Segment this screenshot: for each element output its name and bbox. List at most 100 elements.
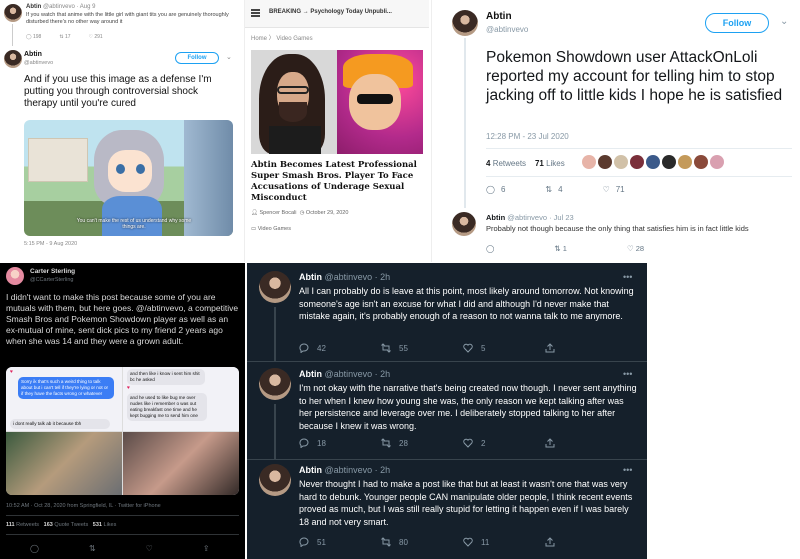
author-name[interactable]: Abtin @abtinvevo · 2h — [299, 369, 390, 379]
reply-author[interactable]: Abtin @abtinvevo · Jul 23 — [486, 213, 574, 222]
like-button[interactable]: ♡ 28 — [627, 244, 644, 253]
reply-button[interactable]: ◯ — [486, 244, 494, 253]
like-button[interactable]: 11 — [463, 537, 545, 547]
liker-avatar[interactable] — [646, 155, 660, 169]
chat-bubble: and then like i know i sent him shit bc … — [127, 369, 205, 385]
author-name[interactable]: Abtin — [24, 51, 42, 58]
reply-icon — [299, 343, 309, 353]
liker-avatar[interactable] — [630, 155, 644, 169]
author-name[interactable]: Carter Sterling — [30, 268, 75, 275]
divider — [486, 176, 792, 177]
reply-button[interactable]: 18 — [299, 438, 381, 448]
more-icon[interactable]: ••• — [623, 465, 632, 475]
menu-icon[interactable] — [251, 9, 260, 17]
reply-button[interactable]: ◯ 6 — [486, 185, 505, 194]
tweet-timestamp[interactable]: 5:15 PM - 9 Aug 2020 — [24, 241, 77, 247]
retweet-button[interactable]: 28 — [381, 438, 463, 448]
share-icon[interactable]: ⇪ — [203, 544, 210, 553]
reply-button[interactable]: ◯ 198 — [26, 34, 41, 40]
share-button[interactable] — [545, 343, 627, 353]
author-handle[interactable]: @abtinvevo — [24, 60, 53, 66]
author-avatar[interactable] — [259, 464, 291, 496]
retweet-button[interactable]: 80 — [381, 537, 463, 547]
user-icon: 👤︎ — [251, 210, 258, 216]
quoted-author[interactable]: Abtin @abtinvevo · Aug 9 — [26, 4, 95, 10]
tweet-stats: 4 Retweets 71 Likes — [486, 159, 565, 168]
liker-avatar[interactable] — [598, 155, 612, 169]
quoted-avatar[interactable] — [4, 4, 22, 22]
author-handle[interactable]: @CCarterSterling — [30, 277, 73, 283]
reply-icon — [299, 438, 309, 448]
like-count[interactable]: 531 Likes — [93, 522, 117, 528]
article-category[interactable]: ▭ Video Games — [251, 226, 291, 232]
liker-avatar[interactable] — [694, 155, 708, 169]
thread-line — [464, 38, 466, 208]
like-button[interactable]: ♡ 291 — [89, 34, 103, 40]
article-title[interactable]: Abtin Becomes Latest Professional Super … — [251, 160, 423, 204]
tweet-image[interactable]: You can't make the rest of us understand… — [24, 120, 233, 236]
author-avatar[interactable] — [6, 267, 24, 285]
like-button[interactable]: 5 — [463, 343, 545, 353]
retweet-count[interactable]: 4 Retweets — [486, 159, 526, 168]
share-icon — [545, 343, 555, 353]
like-button[interactable]: ♡ 71 — [603, 185, 625, 194]
blurred-photo — [123, 432, 239, 495]
reply-button[interactable]: 51 — [299, 537, 381, 547]
author-handle[interactable]: @abtinvevo — [486, 25, 528, 34]
retweet-icon[interactable]: ⇅ — [89, 544, 96, 553]
thread-line — [274, 307, 276, 362]
follow-button[interactable]: Follow — [175, 52, 219, 64]
author-avatar[interactable] — [259, 368, 291, 400]
reply-icon[interactable]: ◯ — [30, 544, 39, 553]
retweet-button[interactable]: 55 — [381, 343, 463, 353]
tweet-image-grid[interactable]: ♥ Sorry ik that's such a weird thing to … — [6, 367, 239, 495]
share-button[interactable] — [545, 537, 627, 547]
blurred-photo — [6, 432, 122, 495]
like-icon — [463, 343, 473, 353]
liker-avatar[interactable] — [678, 155, 692, 169]
like-icon[interactable]: ♡ — [146, 544, 153, 553]
share-button[interactable] — [545, 438, 627, 448]
author-name[interactable]: Abtin — [486, 11, 512, 22]
tweet-text: I didn't want to make this post because … — [6, 292, 239, 346]
follow-button[interactable]: Follow — [705, 13, 769, 33]
photo-person — [251, 50, 337, 154]
retweet-button[interactable]: ⇅ 4 — [545, 185, 562, 194]
breaking-ticker[interactable]: BREAKING → Psychology Today Unpubli... — [269, 9, 392, 15]
author-avatar[interactable] — [4, 50, 22, 68]
tweet-timestamp[interactable]: 12:28 PM - 23 Jul 2020 — [486, 132, 569, 141]
character-mask — [357, 94, 393, 104]
thread-tweet[interactable]: Abtin @abtinvevo · 2h ••• I'm not okay w… — [247, 362, 647, 460]
liker-avatar[interactable] — [662, 155, 676, 169]
author-avatar[interactable] — [452, 10, 478, 36]
thread-tweet[interactable]: Abtin @abtinvevo · 2h ••• Never thought … — [247, 460, 647, 559]
liker-avatar[interactable] — [614, 155, 628, 169]
divider — [486, 148, 792, 149]
retweet-count[interactable]: 111 Retweets — [6, 522, 39, 528]
tweet-timestamp[interactable]: 10:52 AM · Oct 28, 2020 from Springfield… — [6, 503, 161, 509]
quote-count[interactable]: 163 Quote Tweets — [44, 522, 89, 528]
like-button[interactable]: 2 — [463, 438, 545, 448]
reply-avatar[interactable] — [452, 212, 476, 236]
clock-icon: ◷ — [299, 210, 305, 216]
tweet-actions: ◯ ⇅ ♡ ⇪ — [30, 544, 210, 553]
article-author[interactable]: Spencer Bocali — [260, 210, 297, 216]
liker-avatar[interactable] — [710, 155, 724, 169]
author-avatar[interactable] — [259, 271, 291, 303]
liker-avatar[interactable] — [582, 155, 596, 169]
chevron-down-icon[interactable]: ⌄ — [226, 53, 232, 61]
author-name[interactable]: Abtin @abtinvevo · 2h — [299, 272, 390, 282]
like-count[interactable]: 71 Likes — [535, 159, 565, 168]
more-icon[interactable]: ••• — [623, 369, 632, 379]
retweet-button[interactable]: ⇅ 1 — [554, 244, 567, 253]
reply-button[interactable]: 42 — [299, 343, 381, 353]
thread-tweet[interactable]: Abtin @abtinvevo · 2h ••• All I can prob… — [247, 263, 647, 362]
tweet-text: And if you use this image as a defense I… — [24, 74, 212, 109]
breadcrumb[interactable]: Home 〉 Video Games — [251, 33, 313, 42]
divider — [6, 515, 239, 516]
tweet-text: I'm not okay with the narrative that's b… — [299, 383, 637, 431]
more-icon[interactable]: ••• — [623, 272, 632, 282]
chevron-down-icon[interactable]: ⌄ — [780, 16, 788, 27]
author-name[interactable]: Abtin @abtinvevo · 2h — [299, 465, 390, 475]
retweet-button[interactable]: ⇅ 17 — [59, 34, 70, 40]
